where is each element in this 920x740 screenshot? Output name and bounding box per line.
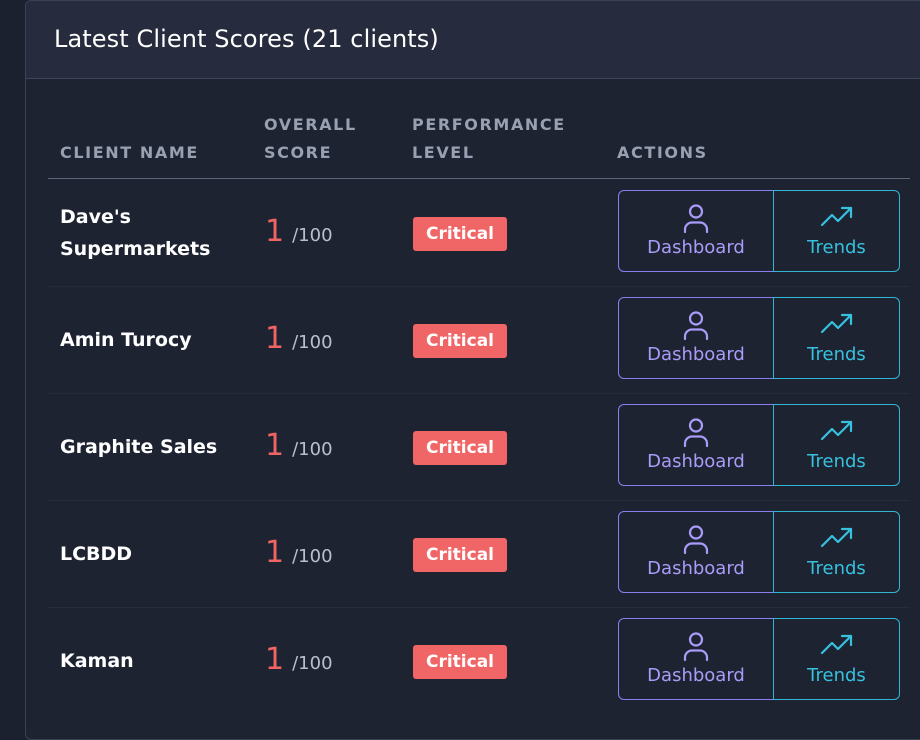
- user-icon: [683, 204, 709, 234]
- trends-button[interactable]: Trends: [773, 618, 900, 700]
- sidebar-edge: [0, 0, 25, 721]
- dashboard-button-label: Dashboard: [647, 451, 745, 472]
- trends-button-label: Trends: [807, 237, 866, 258]
- column-header-performance-level-line2: LEVEL: [412, 143, 475, 162]
- score-value: 1: [265, 321, 285, 356]
- dashboard-button[interactable]: Dashboard: [618, 297, 774, 379]
- user-icon: [683, 525, 709, 555]
- table-row: Amin Turocy 1 /100 Critical Dashboard Tr…: [26, 287, 920, 394]
- column-header-client-name: CLIENT NAME: [60, 143, 199, 162]
- row-actions: Dashboard Trends: [618, 618, 900, 702]
- trends-button[interactable]: Trends: [773, 297, 900, 379]
- client-name-line1: Dave's: [60, 206, 131, 228]
- table-row: Dave's Supermarkets 1 /100 Critical Dash…: [26, 180, 920, 287]
- trending-up-icon: [820, 420, 852, 441]
- column-header-overall-score-line2: SCORE: [264, 143, 333, 162]
- performance-level-badge: Critical: [413, 324, 507, 358]
- client-name: Kaman: [60, 645, 230, 677]
- client-name: Amin Turocy: [60, 324, 230, 356]
- trends-button-label: Trends: [807, 344, 866, 365]
- client-name-line1: Graphite Sales: [60, 436, 218, 458]
- row-actions: Dashboard Trends: [618, 404, 900, 488]
- user-icon: [683, 311, 709, 341]
- trending-up-icon: [820, 313, 852, 334]
- column-header-overall-score: OVERALL SCORE: [264, 111, 357, 167]
- score-value: 1: [265, 642, 285, 677]
- client-name-line1: Amin Turocy: [60, 329, 192, 351]
- header-divider: [48, 178, 910, 179]
- score-max: /100: [292, 332, 333, 353]
- score-value: 1: [265, 428, 285, 463]
- trends-button[interactable]: Trends: [773, 404, 900, 486]
- table-row: Kaman 1 /100 Critical Dashboard Trends: [26, 608, 920, 715]
- dashboard-button-label: Dashboard: [647, 558, 745, 579]
- dashboard-button[interactable]: Dashboard: [618, 404, 774, 486]
- column-header-performance-level: PERFORMANCE LEVEL: [412, 111, 566, 167]
- score-max: /100: [292, 653, 333, 674]
- dashboard-button[interactable]: Dashboard: [618, 511, 774, 593]
- dashboard-button-label: Dashboard: [647, 237, 745, 258]
- overall-score: 1 /100: [265, 324, 333, 354]
- dashboard-button[interactable]: Dashboard: [618, 190, 774, 272]
- trending-up-icon: [820, 634, 852, 655]
- trends-button[interactable]: Trends: [773, 511, 900, 593]
- dashboard-button-label: Dashboard: [647, 665, 745, 686]
- trending-up-icon: [820, 527, 852, 548]
- overall-score: 1 /100: [265, 217, 333, 247]
- overall-score: 1 /100: [265, 645, 333, 675]
- overall-score: 1 /100: [265, 431, 333, 461]
- client-scores-card: Latest Client Scores (21 clients) CLIENT…: [25, 0, 920, 740]
- table-row: Graphite Sales 1 /100 Critical Dashboard: [26, 394, 920, 501]
- score-value: 1: [265, 214, 285, 249]
- trends-button-label: Trends: [807, 665, 866, 686]
- row-actions: Dashboard Trends: [618, 190, 900, 274]
- trending-up-icon: [820, 206, 852, 227]
- dashboard-button-label: Dashboard: [647, 344, 745, 365]
- performance-level-badge: Critical: [413, 431, 507, 465]
- client-name-line1: Kaman: [60, 650, 134, 672]
- client-name-line1: LCBDD: [60, 543, 133, 565]
- client-name-line2: Supermarkets: [60, 238, 211, 260]
- client-name: Graphite Sales: [60, 431, 230, 463]
- user-icon: [683, 632, 709, 662]
- performance-level-badge: Critical: [413, 538, 507, 572]
- column-header-overall-score-line1: OVERALL: [264, 115, 357, 134]
- trends-button-label: Trends: [807, 558, 866, 579]
- dashboard-button[interactable]: Dashboard: [618, 618, 774, 700]
- trends-button-label: Trends: [807, 451, 866, 472]
- trends-button[interactable]: Trends: [773, 190, 900, 272]
- score-value: 1: [265, 535, 285, 570]
- client-name: Dave's Supermarkets: [60, 201, 230, 265]
- column-header-actions: ACTIONS: [617, 143, 708, 162]
- table-row: LCBDD 1 /100 Critical Dashboard Trends: [26, 501, 920, 608]
- client-name: LCBDD: [60, 538, 230, 570]
- row-actions: Dashboard Trends: [618, 297, 900, 381]
- overall-score: 1 /100: [265, 538, 333, 568]
- performance-level-badge: Critical: [413, 645, 507, 679]
- column-header-performance-level-line1: PERFORMANCE: [412, 115, 566, 134]
- performance-level-badge: Critical: [413, 217, 507, 251]
- score-max: /100: [292, 439, 333, 460]
- score-max: /100: [292, 546, 333, 567]
- user-icon: [683, 418, 709, 448]
- row-actions: Dashboard Trends: [618, 511, 900, 595]
- card-header: Latest Client Scores (21 clients): [26, 1, 920, 79]
- card-title: Latest Client Scores (21 clients): [54, 25, 439, 53]
- score-max: /100: [292, 225, 333, 246]
